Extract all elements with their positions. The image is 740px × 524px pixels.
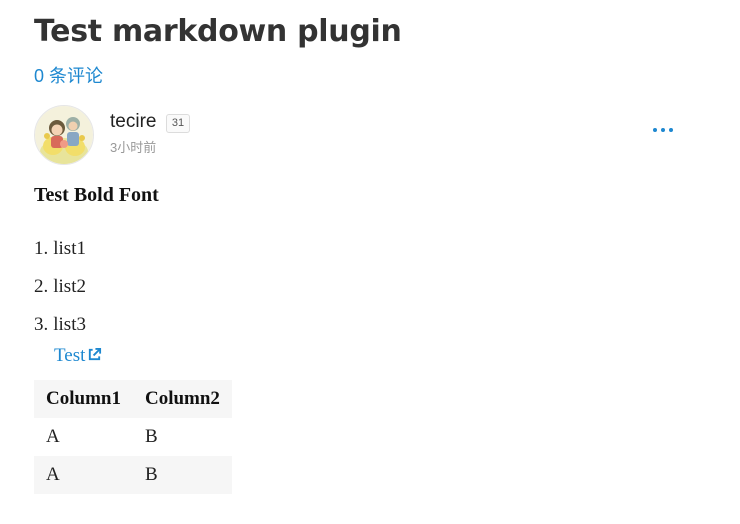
ellipsis-icon-dot	[661, 128, 665, 132]
list-text: list1	[53, 238, 86, 259]
table-header-cell: Column1	[46, 388, 121, 409]
table-header-row: Column1 Column2	[34, 380, 232, 418]
more-options-button[interactable]	[647, 120, 679, 140]
test-link[interactable]: Test	[54, 343, 102, 369]
table-cell: B	[144, 426, 158, 447]
list-text: list3	[53, 314, 86, 335]
list-number: 3.	[34, 314, 49, 335]
markdown-table: Column1 Column2 A B A B	[34, 380, 232, 494]
author-name[interactable]: tecire	[110, 110, 156, 134]
avatar[interactable]	[34, 105, 94, 165]
ellipsis-icon-dot	[669, 128, 673, 132]
table-cell: A	[46, 464, 60, 485]
reputation-badge: 31	[166, 114, 190, 133]
bold-paragraph: Test Bold Font	[34, 184, 159, 206]
ordered-list: 1. list1 2. list2 3. list3	[34, 236, 86, 350]
table-header-cell: Column2	[144, 388, 220, 409]
test-link-text: Test	[54, 345, 86, 366]
post-title: Test markdown plugin	[34, 14, 402, 49]
list-text: list2	[53, 276, 86, 297]
table-cell: B	[144, 464, 158, 485]
post-time[interactable]: 3小时前	[110, 139, 156, 157]
external-link-icon	[89, 347, 102, 361]
table-row: A B	[34, 456, 232, 494]
list-item: 1. list1	[34, 236, 86, 274]
post-page: Test markdown plugin 0 条评论 tecire 31 3小时…	[0, 0, 740, 524]
comments-link[interactable]: 0 条评论	[34, 64, 103, 88]
list-item: 2. list2	[34, 274, 86, 312]
avatar-illustration	[35, 106, 93, 164]
table-row: A B	[34, 418, 232, 456]
ellipsis-icon	[653, 128, 657, 132]
table-cell: A	[46, 426, 60, 447]
list-number: 1.	[34, 238, 49, 259]
list-number: 2.	[34, 276, 49, 297]
